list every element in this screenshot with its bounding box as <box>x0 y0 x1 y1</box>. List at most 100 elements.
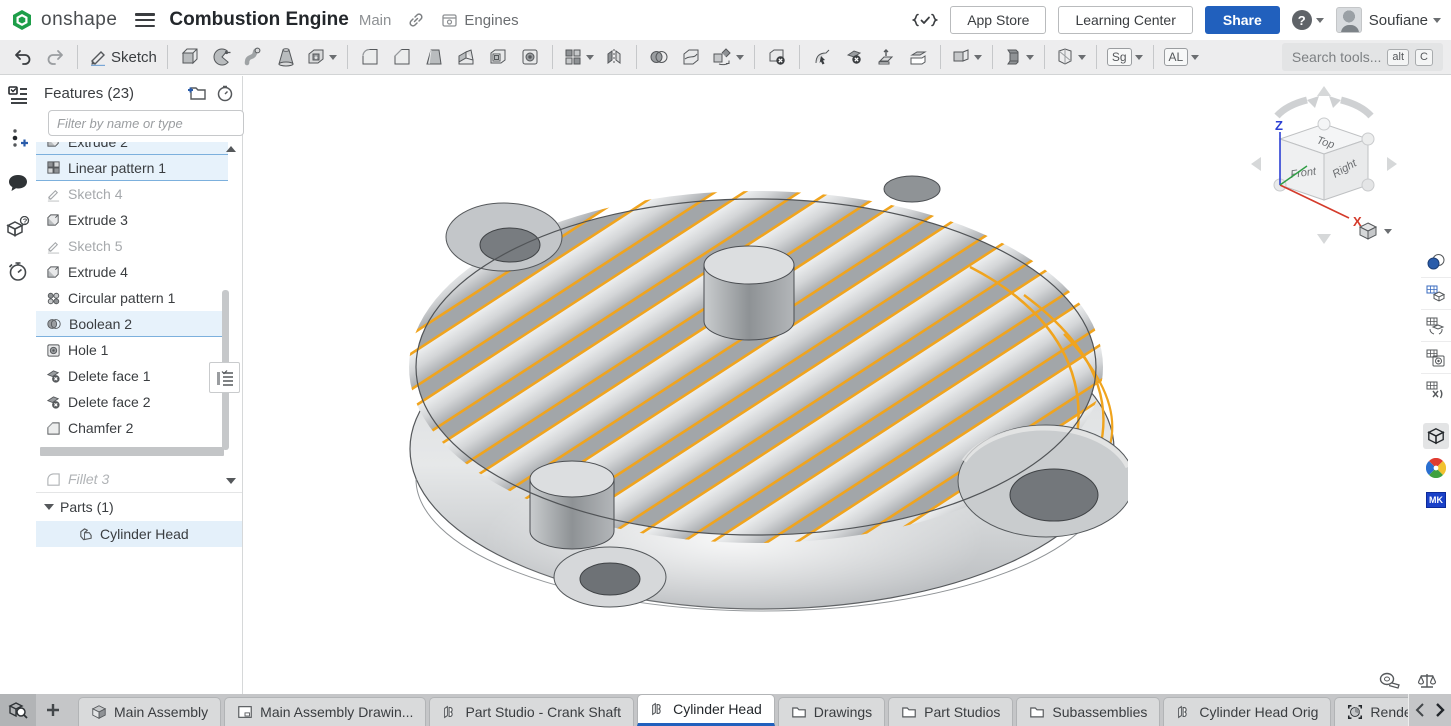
boolean-button[interactable] <box>644 42 674 72</box>
tab-part-studios[interactable]: Part Studios <box>888 697 1013 726</box>
draft-button[interactable] <box>419 42 449 72</box>
color-tools-button[interactable] <box>1421 452 1451 484</box>
loft-button[interactable] <box>271 42 301 72</box>
feature-row[interactable]: Hole 1 <box>36 337 228 363</box>
transform-button[interactable] <box>708 42 747 72</box>
move-face-button[interactable] <box>871 42 901 72</box>
learning-center-button[interactable]: Learning Center <box>1058 6 1192 34</box>
replace-face-button[interactable] <box>903 42 933 72</box>
feature-history-icon[interactable] <box>216 84 234 102</box>
document-tab-bar: Main Assembly Main Assembly Drawin... Pa… <box>0 694 1451 726</box>
parts-section-header[interactable]: Parts (1) <box>36 493 242 521</box>
modify-fillet-button[interactable] <box>807 42 837 72</box>
sketch-button[interactable]: Sketch <box>85 42 160 72</box>
curve-tools-button[interactable] <box>1052 42 1089 72</box>
rollback-bar[interactable] <box>40 447 224 456</box>
feature-row[interactable]: Boolean 2 <box>36 311 228 337</box>
user-menu[interactable]: Soufiane <box>1336 7 1441 33</box>
feature-row[interactable]: Extrude 2 <box>36 142 228 155</box>
featurescript-icon[interactable] <box>912 10 938 30</box>
history-button[interactable] <box>5 258 31 284</box>
measure-icon[interactable] <box>1379 672 1401 690</box>
mk-plugin-button[interactable]: MK <box>1421 484 1451 516</box>
feature-row[interactable]: Sketch 5 <box>36 233 228 259</box>
feature-label: Sketch 4 <box>68 186 122 202</box>
share-link-icon[interactable] <box>407 11 425 29</box>
tab-search-button[interactable] <box>0 694 36 726</box>
tab-main-assembly[interactable]: Main Assembly <box>78 697 221 726</box>
feature-list-flyout-toggle[interactable] <box>209 362 240 393</box>
tab-scroll-right-icon[interactable] <box>1435 703 1445 717</box>
comments-panel-button[interactable] <box>5 170 31 196</box>
sheet-goods-button[interactable]: Sg <box>1104 42 1146 72</box>
part-row[interactable]: Cylinder Head <box>36 521 242 547</box>
scroll-up-arrow[interactable] <box>226 146 236 152</box>
feature-row[interactable]: Chamfer 2 <box>36 415 228 441</box>
hole-button[interactable] <box>515 42 545 72</box>
configured-features-panel-button[interactable] <box>1421 310 1451 342</box>
al-tools-button[interactable]: AL <box>1161 42 1203 72</box>
shell-button[interactable] <box>483 42 513 72</box>
filter-input[interactable] <box>48 110 244 136</box>
onshape-logo[interactable]: onshape <box>10 8 117 32</box>
graphics-area[interactable]: Top Front Right Z X <box>0 76 1451 694</box>
split-button[interactable] <box>676 42 706 72</box>
sweep-button[interactable] <box>239 42 269 72</box>
redo-button[interactable] <box>40 42 70 72</box>
tab-cylinder-head-orig[interactable]: Cylinder Head Orig <box>1163 697 1331 726</box>
feature-row[interactable]: Sketch 4 <box>36 181 228 207</box>
mirror-button[interactable] <box>599 42 629 72</box>
feature-row[interactable]: Delete face 2 <box>36 389 228 415</box>
tab-subassemblies[interactable]: Subassemblies <box>1016 697 1160 726</box>
add-folder-icon[interactable] <box>186 84 206 101</box>
versions-panel-button[interactable] <box>5 126 31 152</box>
help-menu[interactable]: ? <box>1292 10 1324 30</box>
feature-row[interactable]: Circular pattern 1 <box>36 285 228 311</box>
main-menu-icon[interactable] <box>135 13 155 27</box>
tab-render-studio[interactable]: Render Studio <box>1334 697 1408 726</box>
search-tools-input[interactable]: Search tools... alt C <box>1282 43 1443 71</box>
view-options-menu[interactable] <box>1358 221 1392 241</box>
tab-part-studio-crank-shaft[interactable]: Part Studio - Crank Shaft <box>429 697 634 726</box>
revolve-button[interactable] <box>207 42 237 72</box>
tab-scroll-left-icon[interactable] <box>1415 703 1425 717</box>
surface-tools-button[interactable] <box>1000 42 1037 72</box>
scroll-down-arrow[interactable] <box>226 478 236 484</box>
variables-panel-button[interactable] <box>1421 374 1451 406</box>
feature-row[interactable]: Fillet 3 <box>36 466 228 492</box>
feature-list-toggle[interactable] <box>5 82 31 108</box>
tab-main-assembly-drawing[interactable]: Main Assembly Drawin... <box>224 697 426 726</box>
linear-pattern-button[interactable] <box>560 42 597 72</box>
breadcrumb-label: Engines <box>464 12 518 29</box>
share-button[interactable]: Share <box>1205 6 1280 34</box>
thicken-button[interactable] <box>303 42 340 72</box>
extrude-icon <box>46 213 61 228</box>
feature-row[interactable]: Linear pattern 1 <box>36 155 228 181</box>
workspace-name[interactable]: Main <box>359 12 392 29</box>
cylinder-head-model[interactable] <box>404 149 1128 617</box>
learning-cube-button[interactable]: ? <box>5 214 31 240</box>
configured-hole-table-button[interactable] <box>1421 342 1451 374</box>
delete-part-button[interactable] <box>762 42 792 72</box>
named-views-button[interactable] <box>1421 420 1451 452</box>
chamfer-button[interactable] <box>387 42 417 72</box>
delete-face-button[interactable] <box>839 42 869 72</box>
extrude-button[interactable] <box>175 42 205 72</box>
app-store-button[interactable]: App Store <box>950 6 1046 34</box>
breadcrumb[interactable]: Engines <box>441 11 518 29</box>
undo-button[interactable] <box>8 42 38 72</box>
rib-button[interactable] <box>451 42 481 72</box>
add-tab-button[interactable] <box>36 694 70 726</box>
view-cube-body[interactable]: Top Front Right <box>1274 118 1374 200</box>
plane-tools-button[interactable] <box>948 42 985 72</box>
configurations-panel-button[interactable] <box>1421 278 1451 310</box>
tab-drawings[interactable]: Drawings <box>778 697 885 726</box>
feature-label: Fillet 3 <box>68 471 109 487</box>
feature-row[interactable]: Delete face 1 <box>36 363 228 389</box>
tab-cylinder-head[interactable]: Cylinder Head <box>637 694 775 726</box>
feature-row[interactable]: Extrude 3 <box>36 207 228 233</box>
fillet-button[interactable] <box>355 42 385 72</box>
feature-row[interactable]: Extrude 4 <box>36 259 228 285</box>
appearance-panel-button[interactable] <box>1421 246 1451 278</box>
mass-properties-icon[interactable] <box>1417 672 1437 690</box>
